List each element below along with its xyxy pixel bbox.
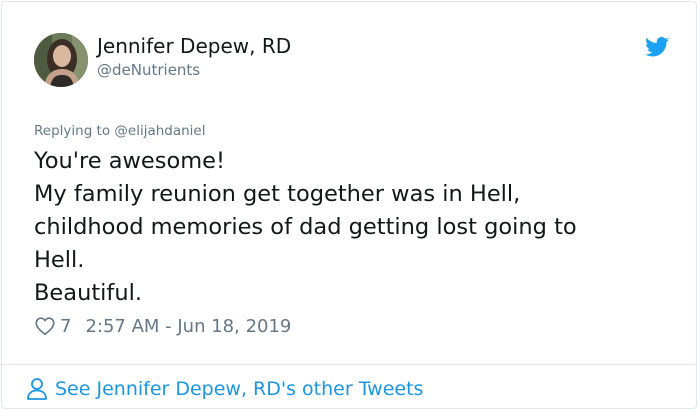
replying-to[interactable]: Replying to @elijahdaniel <box>34 122 206 140</box>
tweet-text: You're awesome! My family reunion get to… <box>34 145 674 310</box>
author-name[interactable]: Jennifer Depew, RD <box>97 34 291 58</box>
tweet-line: childhood memories of dad getting lost g… <box>34 214 577 240</box>
tweet-line: My family reunion get together was in He… <box>34 181 521 207</box>
tweet-timestamp[interactable]: 2:57 AM - Jun 18, 2019 <box>85 316 291 337</box>
tweet-line: You're awesome! <box>34 148 226 174</box>
author-avatar[interactable] <box>34 33 88 87</box>
tweet-line: Hell. <box>34 247 85 273</box>
tweet-meta: 7 2:57 AM - Jun 18, 2019 <box>34 314 291 338</box>
other-tweets-link[interactable]: See Jennifer Depew, RD's other Tweets <box>26 375 423 403</box>
divider <box>2 364 696 365</box>
tweet-line: Beautiful. <box>34 280 142 306</box>
heart-icon[interactable] <box>34 315 56 337</box>
tweet-card: Jennifer Depew, RD @deNutrients Replying… <box>1 1 697 409</box>
person-icon <box>27 378 47 400</box>
author-handle[interactable]: @deNutrients <box>97 60 200 80</box>
avatar-image <box>34 33 88 87</box>
twitter-bird-icon[interactable] <box>645 37 669 57</box>
like-count[interactable]: 7 <box>60 316 71 337</box>
other-tweets-label: See Jennifer Depew, RD's other Tweets <box>55 378 424 400</box>
